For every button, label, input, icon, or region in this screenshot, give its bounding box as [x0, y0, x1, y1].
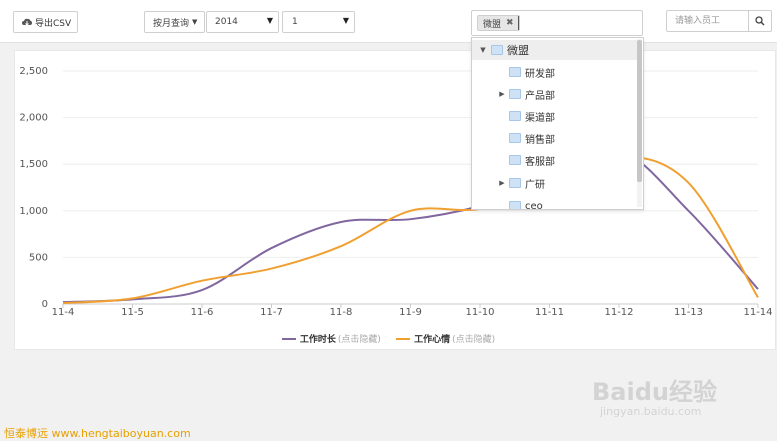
department-tree-dropdown: ▼ 微盟 研发部 ▶ 产品部 渠道部 销售部 客服部 ▶ 广研 ceo [471, 37, 644, 210]
tree-node[interactable]: ▶ 产品部 [472, 84, 637, 104]
folder-icon [509, 67, 521, 77]
tree-node-label: 客服部 [525, 156, 555, 168]
expand-down-icon[interactable]: ▼ [478, 46, 488, 54]
tree-node-label: 广研 [525, 179, 545, 191]
x-tick-label: 11-12 [604, 307, 633, 318]
tree-node[interactable]: 渠道部 [472, 106, 637, 126]
tree-node[interactable]: ceo [472, 196, 637, 210]
y-tick-label: 500 [29, 252, 48, 263]
y-tick-label: 1,500 [19, 159, 48, 170]
tree-node-label: 研发部 [525, 68, 555, 80]
legend-label: 工作心情 [414, 335, 451, 345]
legend-swatch [281, 337, 296, 340]
x-tick-label: 11-13 [674, 307, 703, 318]
folder-icon [509, 178, 521, 188]
x-tick-label: 11-10 [465, 307, 494, 318]
chart-legend: 工作时长 (点击隐藏) 工作心情 (点击隐藏) [0, 332, 777, 345]
tree-node-label: 微盟 [507, 44, 529, 57]
x-tick-label: 11-5 [121, 307, 144, 318]
watermark-baidu: Baidu经验 [592, 378, 717, 406]
expand-right-icon[interactable]: ▶ [497, 179, 507, 187]
series-line-0 [62, 149, 759, 304]
tree-node-label: ceo [525, 200, 543, 210]
folder-icon [509, 155, 521, 165]
tree-node[interactable]: ▶ 广研 [472, 173, 637, 193]
x-tick-label: 11-9 [399, 307, 422, 318]
tree-node[interactable]: 客服部 [472, 150, 637, 170]
tree-node[interactable]: 研发部 [472, 62, 637, 82]
folder-icon [491, 45, 503, 55]
x-tick-label: 11-4 [52, 307, 75, 318]
legend-hint: (点击隐藏) [337, 335, 381, 345]
x-tick-label: 11-6 [191, 307, 214, 318]
folder-icon [509, 201, 521, 209]
legend-label: 工作时长 [299, 335, 336, 345]
folder-icon [509, 89, 521, 99]
folder-icon [509, 133, 521, 143]
legend-hint: (点击隐藏) [452, 335, 496, 345]
tree-node-root[interactable]: ▼ 微盟 [472, 40, 637, 60]
tree-node-label: 产品部 [525, 90, 555, 102]
legend-swatch [396, 337, 411, 340]
series-line-1 [62, 155, 759, 305]
y-tick-label: 2,000 [19, 113, 48, 124]
tree-node-label: 销售部 [525, 134, 555, 146]
x-tick-label: 11-7 [260, 307, 283, 318]
y-tick-label: 0 [42, 299, 48, 310]
x-tick-label: 11-8 [330, 307, 353, 318]
watermark-site: 恒泰博远 www.hengtaiboyuan.com [4, 427, 191, 440]
tree-node-label: 渠道部 [525, 112, 555, 124]
y-tick-label: 1,000 [19, 206, 48, 217]
legend-item-work-mood[interactable]: 工作心情 (点击隐藏) [396, 332, 495, 345]
scrollbar-thumb[interactable] [637, 40, 642, 182]
folder-icon [509, 111, 521, 121]
y-tick-label: 2,500 [19, 66, 48, 77]
x-tick-label: 11-14 [743, 307, 772, 318]
tree-node[interactable]: 销售部 [472, 128, 637, 148]
watermark-baidu-url: jingyan.baidu.com [600, 405, 702, 418]
expand-right-icon[interactable]: ▶ [497, 90, 507, 98]
x-tick-label: 11-11 [535, 307, 564, 318]
legend-item-work-hours[interactable]: 工作时长 (点击隐藏) [281, 332, 381, 345]
